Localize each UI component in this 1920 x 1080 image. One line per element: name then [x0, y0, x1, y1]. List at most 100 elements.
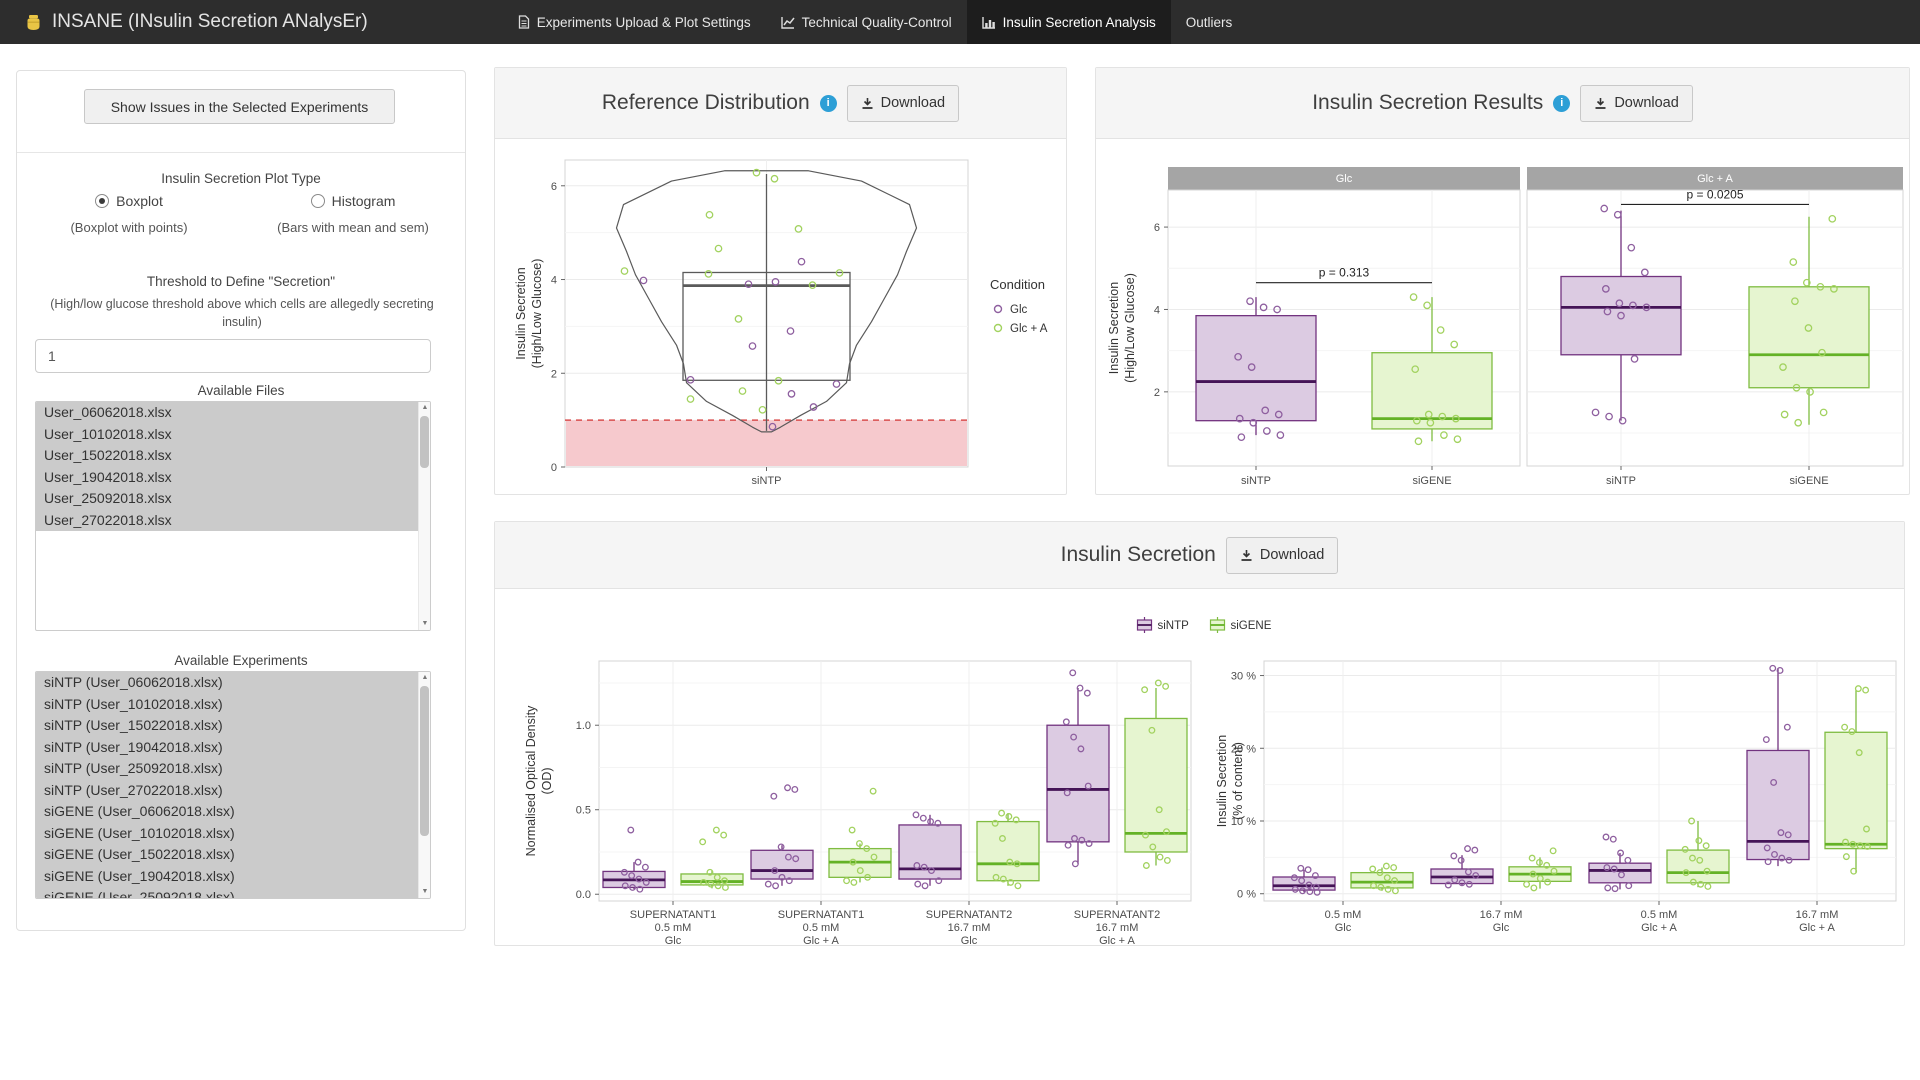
list-item[interactable]: User_19042018.xlsx	[36, 467, 418, 489]
list-item[interactable]: siGENE (User_19042018.xlsx)	[36, 866, 418, 888]
list-item[interactable]: User_27022018.xlsx	[36, 510, 418, 532]
tab-outliers[interactable]: Outliers	[1171, 0, 1248, 44]
honeypot-logo-icon	[24, 13, 43, 32]
svg-text:Glc: Glc	[961, 935, 978, 945]
list-item[interactable]: User_06062018.xlsx	[36, 402, 418, 424]
info-icon[interactable]: i	[1553, 95, 1570, 112]
list-item[interactable]: User_10102018.xlsx	[36, 424, 418, 446]
radio-caption: (Bars with mean and sem)	[241, 220, 465, 235]
files-scrollbar[interactable]: ▲ ▼	[418, 402, 430, 630]
radio-boxplot[interactable]: Boxplot	[95, 193, 163, 209]
download-icon	[1594, 97, 1607, 110]
svg-text:(OD): (OD)	[540, 767, 554, 794]
results-chart: GlcsiNTPsiGENEp = 0.313Glc + AsiNTPsiGEN…	[1096, 139, 1909, 494]
list-item[interactable]: siGENE (User_10102018.xlsx)	[36, 823, 418, 845]
reference-panel-title: Reference Distribution	[602, 91, 810, 115]
svg-text:siGENE: siGENE	[1789, 475, 1828, 487]
insulin-secretion-results-panel: Insulin Secretion Results i Download Glc…	[1095, 67, 1910, 495]
list-item[interactable]: User_25092018.xlsx	[36, 488, 418, 510]
available-experiments-rows: siNTP (User_06062018.xlsx)siNTP (User_10…	[36, 672, 418, 898]
svg-text:Glc: Glc	[665, 935, 682, 945]
svg-text:30 %: 30 %	[1231, 671, 1256, 683]
scroll-up-icon[interactable]: ▲	[419, 402, 431, 414]
svg-text:4: 4	[1154, 304, 1160, 316]
radio-button-icon[interactable]	[311, 194, 325, 208]
sidebar-panel: Show Issues in the Selected Experiments …	[16, 70, 466, 931]
scroll-down-icon[interactable]: ▼	[419, 618, 431, 630]
svg-text:Insulin Secretion: Insulin Secretion	[1215, 735, 1229, 827]
scroll-down-icon[interactable]: ▼	[419, 886, 431, 898]
svg-text:0.5 mM: 0.5 mM	[1641, 909, 1678, 921]
file-document-icon	[518, 15, 530, 29]
tab-experiments-upload-plot-settings[interactable]: Experiments Upload & Plot Settings	[503, 0, 766, 44]
radio-histogram[interactable]: Histogram	[311, 193, 396, 209]
bar-chart-icon	[982, 16, 996, 29]
available-experiments-label: Available Experiments	[17, 653, 465, 668]
available-experiments-listbox[interactable]: siNTP (User_06062018.xlsx)siNTP (User_10…	[35, 671, 431, 899]
results-download-button[interactable]: Download	[1580, 85, 1693, 122]
svg-text:Glc + A: Glc + A	[1799, 922, 1835, 934]
files-scrollbar-thumb[interactable]	[420, 416, 429, 468]
reference-download-button[interactable]: Download	[847, 85, 960, 122]
list-item[interactable]: siGENE (User_06062018.xlsx)	[36, 801, 418, 823]
navbar-tabs: Experiments Upload & Plot Settings Techni…	[503, 0, 1248, 44]
download-icon	[861, 97, 874, 110]
tab-insulin-secretion-analysis[interactable]: Insulin Secretion Analysis	[967, 0, 1171, 44]
scroll-up-icon[interactable]: ▲	[419, 672, 431, 684]
list-item[interactable]: siGENE (User_25092018.xlsx)	[36, 887, 418, 898]
reference-distribution-panel: Reference Distribution i Download 0246si…	[494, 67, 1067, 495]
list-item[interactable]: siGENE (User_15022018.xlsx)	[36, 844, 418, 866]
svg-text:0: 0	[551, 462, 557, 474]
list-item[interactable]: siNTP (User_25092018.xlsx)	[36, 758, 418, 780]
tab-label: Technical Quality-Control	[802, 15, 952, 30]
tab-technical-quality-control[interactable]: Technical Quality-Control	[766, 0, 967, 44]
svg-text:Glc + A: Glc + A	[1697, 173, 1733, 185]
navbar: INSANE (INsulin Secretion ANalysEr) Expe…	[0, 0, 1920, 44]
app-brand: INSANE (INsulin Secretion ANalysEr)	[0, 0, 388, 44]
svg-text:Condition: Condition	[990, 277, 1045, 292]
available-files-listbox[interactable]: User_06062018.xlsxUser_10102018.xlsxUser…	[35, 401, 431, 631]
info-icon[interactable]: i	[820, 95, 837, 112]
svg-text:Insulin Secretion: Insulin Secretion	[1107, 282, 1121, 374]
available-files-label: Available Files	[17, 383, 465, 398]
svg-text:(High/Low Glucose): (High/Low Glucose)	[1123, 273, 1137, 383]
plot-type-label: Insulin Secretion Plot Type	[17, 171, 465, 186]
sidebar-divider	[17, 152, 465, 153]
svg-text:2: 2	[1154, 387, 1160, 399]
app-title: INSANE (INsulin Secretion ANalysEr)	[52, 11, 368, 33]
list-item[interactable]: siNTP (User_27022018.xlsx)	[36, 780, 418, 802]
svg-text:Glc: Glc	[1336, 173, 1353, 185]
show-issues-button[interactable]: Show Issues in the Selected Experiments	[84, 89, 395, 124]
svg-text:Glc: Glc	[1335, 922, 1352, 934]
svg-text:2: 2	[551, 368, 557, 380]
list-item[interactable]: siNTP (User_06062018.xlsx)	[36, 672, 418, 694]
list-item[interactable]: User_15022018.xlsx	[36, 445, 418, 467]
secretion-panel-title: Insulin Secretion	[1061, 543, 1216, 567]
svg-text:SUPERNATANT2: SUPERNATANT2	[1074, 909, 1160, 921]
list-item[interactable]: siNTP (User_10102018.xlsx)	[36, 694, 418, 716]
plot-type-option-boxplot: Boxplot (Boxplot with points)	[17, 193, 241, 235]
svg-text:SUPERNATANT1: SUPERNATANT1	[778, 909, 864, 921]
reference-chart: 0246siNTPInsulin Secretion(High/Low Gluc…	[495, 139, 1066, 494]
download-icon	[1240, 549, 1253, 562]
secretion-download-button[interactable]: Download	[1226, 537, 1339, 574]
list-item[interactable]: siNTP (User_19042018.xlsx)	[36, 737, 418, 759]
tab-label: Insulin Secretion Analysis	[1003, 15, 1156, 30]
results-panel-title: Insulin Secretion Results	[1312, 91, 1543, 115]
experiments-scrollbar[interactable]: ▲ ▼	[418, 672, 430, 898]
tab-label: Outliers	[1186, 15, 1233, 30]
radio-button-icon[interactable]	[95, 194, 109, 208]
svg-text:4: 4	[551, 275, 557, 287]
secretion-panel-header: Insulin Secretion Download	[495, 522, 1904, 589]
svg-text:p = 0.0205: p = 0.0205	[1686, 187, 1743, 201]
experiments-scrollbar-thumb[interactable]	[420, 686, 429, 836]
list-item[interactable]: siNTP (User_15022018.xlsx)	[36, 715, 418, 737]
svg-text:0.5 mM: 0.5 mM	[803, 922, 840, 934]
threshold-label: Threshold to Define "Secretion"	[17, 274, 465, 289]
svg-text:p = 0.313: p = 0.313	[1319, 266, 1370, 280]
svg-text:Glc: Glc	[1010, 304, 1028, 316]
svg-text:SUPERNATANT2: SUPERNATANT2	[926, 909, 1012, 921]
radio-caption: (Boxplot with points)	[17, 220, 241, 235]
threshold-input[interactable]	[35, 339, 431, 373]
svg-text:0.0: 0.0	[576, 889, 591, 901]
